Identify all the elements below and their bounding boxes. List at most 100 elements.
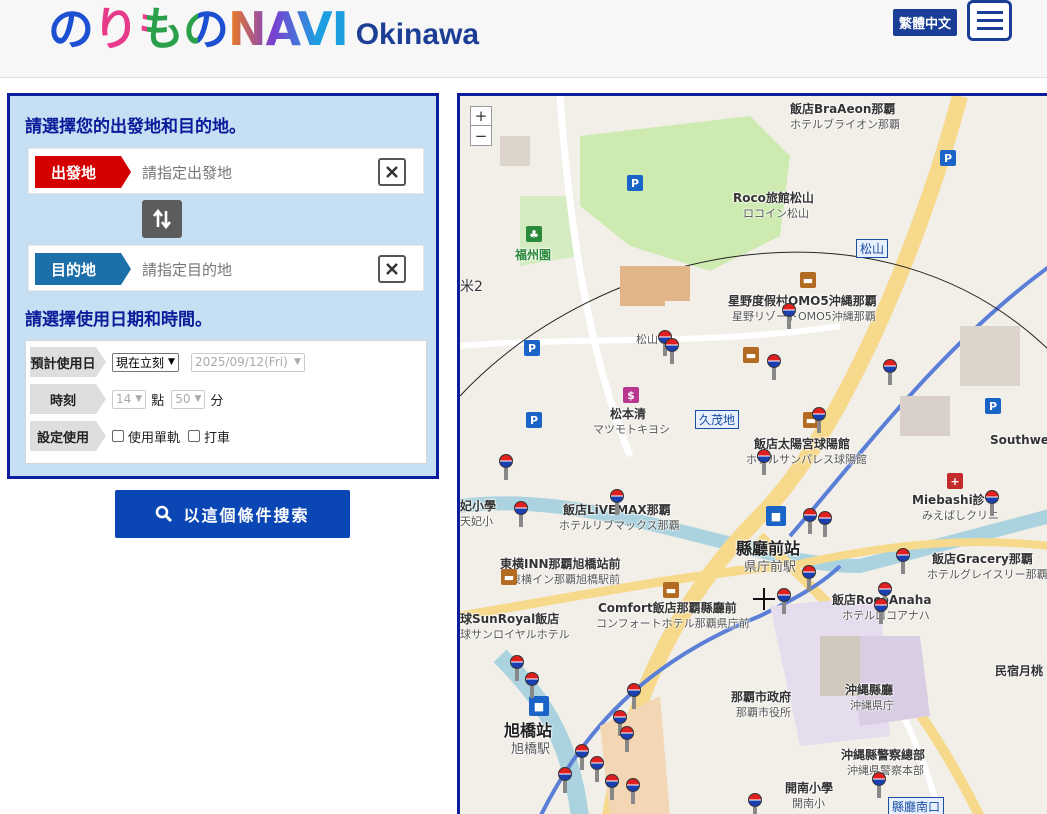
parking-icon[interactable]: P <box>940 150 956 166</box>
bus-stop-pin[interactable] <box>620 726 634 752</box>
park-icon[interactable]: ♣ <box>526 226 542 242</box>
chevron-down-icon: ▼ <box>135 394 143 404</box>
norimono-navi-logo[interactable]: のりものNAVI Okinawa <box>48 2 479 54</box>
monorail-label[interactable]: 使用單軌 <box>128 427 180 446</box>
options-box: 預計使用日 現在立刻 ▼ 2025/09/12(Fri) ▼ 時刻 14 ▼ 點 50… <box>25 340 427 464</box>
bus-stop-pin[interactable] <box>874 598 888 624</box>
bus-stop-pin[interactable] <box>803 508 817 534</box>
parking-icon[interactable]: P <box>526 412 542 428</box>
date-label: 預計使用日 <box>30 347 106 377</box>
close-icon <box>386 166 398 178</box>
monorail-checkbox[interactable] <box>112 430 124 442</box>
hour-unit: 點 <box>151 393 165 409</box>
map-label: 妃小學 <box>460 499 497 513</box>
bus-stop-pin[interactable] <box>757 449 771 475</box>
hotel-icon[interactable]: ▬ <box>800 272 816 288</box>
minute-unit: 分 <box>210 393 224 409</box>
bus-stop-pin[interactable] <box>896 548 910 574</box>
train-station-icon[interactable]: ■ <box>766 506 786 526</box>
map-label: 久茂地 <box>695 410 740 429</box>
parking-icon[interactable]: P <box>627 175 643 191</box>
date-value: 2025/09/12(Fri) <box>194 355 288 369</box>
search-panel: 請選擇您的出發地和目的地。 出發地 請指定出發地 目的地 請指定目的地 請選擇使… <box>7 93 439 479</box>
bus-stop-pin[interactable] <box>575 744 589 770</box>
bus-stop-pin[interactable] <box>510 655 524 681</box>
map-label: Southwes <box>990 433 1047 447</box>
map-label: 松山 <box>856 239 889 258</box>
parking-icon[interactable]: P <box>985 398 1001 414</box>
taxi-checkbox[interactable] <box>188 430 201 442</box>
zoom-in-button[interactable]: + <box>471 107 491 126</box>
zoom-control: + − <box>470 106 492 146</box>
destination-tag: 目的地 <box>35 253 131 285</box>
map-label: ロコイン松山 <box>743 207 809 220</box>
bus-stop-pin[interactable] <box>985 490 999 516</box>
date-mode-value: 現在立刻 <box>116 355 165 370</box>
map-label: ホテルブライオン那覇 <box>790 118 900 131</box>
bus-stop-pin[interactable] <box>627 683 641 709</box>
bus-stop-pin[interactable] <box>499 454 513 480</box>
clear-origin-button[interactable] <box>378 158 406 186</box>
map-label: 福州園 <box>515 248 552 262</box>
hospital-icon[interactable]: + <box>947 473 963 489</box>
bus-stop-pin[interactable] <box>748 793 762 814</box>
map-label: 球SunRoyal飯店 <box>460 612 560 626</box>
bus-stop-pin[interactable] <box>812 407 826 433</box>
shop-icon[interactable]: $ <box>623 387 639 403</box>
map-label: 東横イン那覇旭橋駅前 <box>510 573 620 586</box>
map-label: Roco旅館松山 <box>733 191 814 205</box>
bus-stop-pin[interactable] <box>767 354 781 380</box>
bus-stop-pin[interactable] <box>665 338 679 364</box>
bus-stop-pin[interactable] <box>883 359 897 385</box>
train-station-icon[interactable]: ■ <box>529 696 549 716</box>
bus-stop-pin[interactable] <box>590 756 604 782</box>
bus-stop-pin[interactable] <box>610 489 624 515</box>
zoom-out-button[interactable]: − <box>471 126 491 145</box>
hour-select[interactable]: 14 ▼ <box>112 389 147 409</box>
destination-input[interactable]: 請指定目的地 <box>142 259 232 280</box>
bus-stop-pin[interactable] <box>605 774 619 800</box>
map-label: 那覇市政府 <box>731 690 792 704</box>
map-label: 沖縄県庁 <box>850 699 894 712</box>
bus-stop-pin[interactable] <box>818 511 832 537</box>
hotel-icon[interactable]: ▬ <box>743 347 759 363</box>
clear-destination-button[interactable] <box>378 255 406 283</box>
logo-text: のりものNAVI <box>48 2 349 56</box>
hamburger-menu-icon[interactable] <box>967 0 1012 41</box>
settings-label: 設定使用 <box>30 421 106 451</box>
swap-arrows-icon <box>152 208 172 230</box>
bus-stop-pin[interactable] <box>558 767 572 793</box>
hotel-icon[interactable]: ▬ <box>501 569 517 585</box>
taxi-label[interactable]: 打車 <box>204 427 230 446</box>
minute-select[interactable]: 50 ▼ <box>171 389 206 409</box>
search-button-label: 以這個條件搜索 <box>183 506 310 525</box>
map-label: 飯店Gracery那覇 <box>932 552 1033 566</box>
search-icon <box>156 505 173 523</box>
search-button[interactable]: 以這個條件搜索 <box>115 490 350 538</box>
bus-stop-pin[interactable] <box>782 303 796 329</box>
map-center-crosshair <box>753 588 775 610</box>
site-header: のりものNAVI Okinawa 繁體中文 <box>0 0 1047 78</box>
map-label: 星野度假村OMO5沖縄那覇 <box>728 294 877 308</box>
parking-icon[interactable]: P <box>524 340 540 356</box>
bus-stop-pin[interactable] <box>626 778 640 804</box>
language-button[interactable]: 繁體中文 <box>893 9 957 36</box>
date-select[interactable]: 2025/09/12(Fri) ▼ <box>190 352 305 372</box>
map-label: 米2 <box>460 279 483 295</box>
bus-stop-pin[interactable] <box>872 772 886 798</box>
date-mode-select[interactable]: 現在立刻 ▼ <box>112 352 179 372</box>
time-label: 時刻 <box>30 384 106 414</box>
bus-stop-pin[interactable] <box>525 672 539 698</box>
origin-input[interactable]: 請指定出發地 <box>142 162 232 183</box>
hotel-icon[interactable]: ▬ <box>663 582 679 598</box>
map-label: 沖縄縣廳 <box>845 683 894 697</box>
map-label: 飯店BraAeon那覇 <box>790 102 896 116</box>
bus-stop-pin[interactable] <box>514 501 528 527</box>
bus-stop-pin[interactable] <box>802 565 816 591</box>
swap-button[interactable] <box>142 200 182 238</box>
datetime-section-title: 請選擇使用日期和時間。 <box>25 310 212 330</box>
map-view[interactable]: + − 飯店BraAeon那覇 ホテルブライオン那覇 Roco旅館松山 ロコイン… <box>457 93 1047 814</box>
map-label: マツモトキヨシ <box>593 423 670 436</box>
bus-stop-pin[interactable] <box>777 588 791 614</box>
minute-value: 50 <box>175 392 191 406</box>
